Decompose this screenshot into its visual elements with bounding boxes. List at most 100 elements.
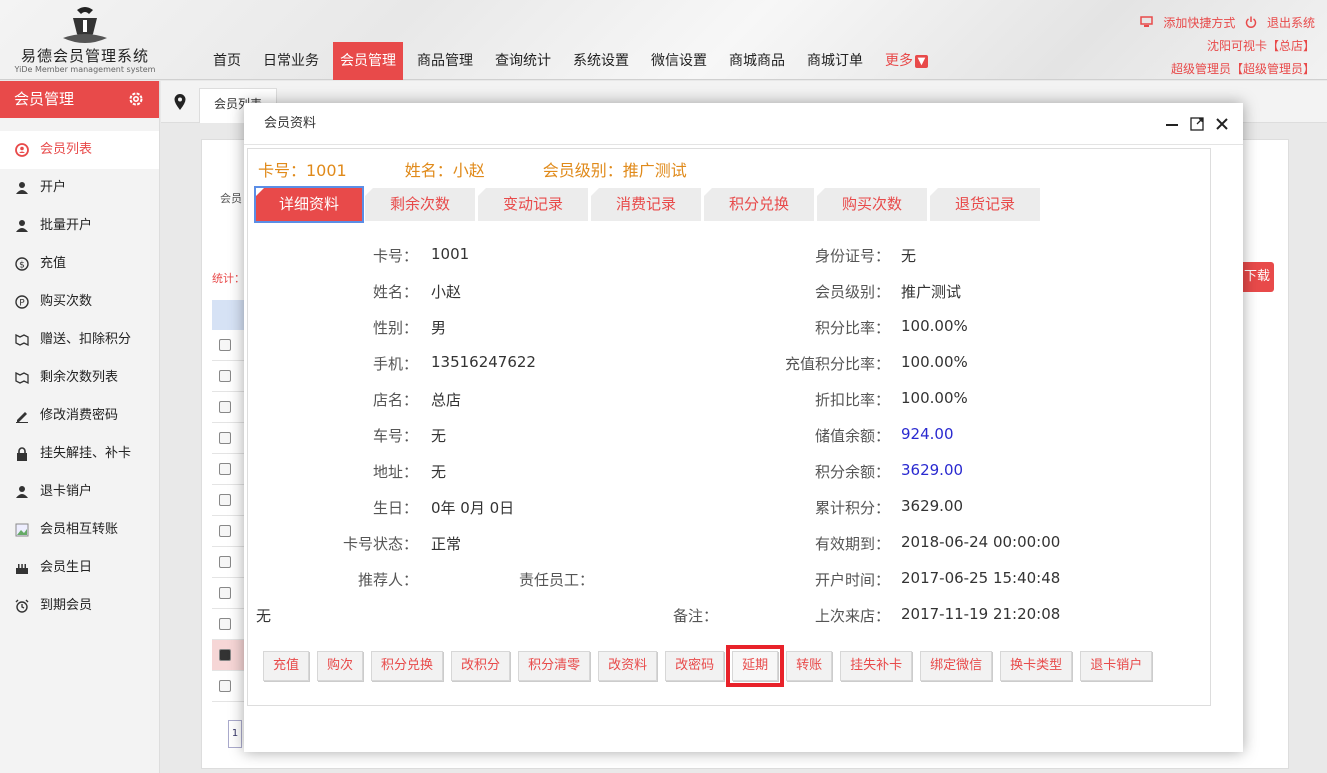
row-checkbox[interactable]: [219, 618, 231, 630]
nav-wechat-settings[interactable]: 微信设置: [643, 42, 715, 80]
tab-details[interactable]: 详细资料: [254, 186, 364, 223]
close-icon[interactable]: [1215, 117, 1229, 131]
sidebar-item-expired[interactable]: 到期会员: [0, 587, 159, 625]
current-user[interactable]: 超级管理员【超级管理员】: [1134, 58, 1315, 81]
table-row[interactable]: [212, 392, 248, 423]
field-birthday: 生日： 0年 0月 0日: [248, 497, 668, 517]
nav-system-settings[interactable]: 系统设置: [565, 42, 637, 80]
change-password-button[interactable]: 改密码: [665, 651, 725, 681]
tab-change-records[interactable]: 变动记录: [478, 188, 588, 221]
logout-link[interactable]: 退出系统: [1245, 16, 1315, 30]
extend-button[interactable]: 延期: [726, 645, 785, 687]
field-member-level: 会员级别： 推广测试: [748, 281, 1188, 301]
table-row[interactable]: [212, 609, 248, 640]
download-button[interactable]: 下载: [1238, 262, 1274, 292]
tab-return-records[interactable]: 退货记录: [930, 188, 1040, 221]
row-checkbox[interactable]: [219, 463, 231, 475]
nav-mall-products[interactable]: 商城商品: [721, 42, 793, 80]
table-row[interactable]: [212, 485, 248, 516]
sidebar-item-report-loss[interactable]: 挂失解挂、补卡: [0, 435, 159, 473]
table-row[interactable]: [212, 671, 248, 702]
app-name: 易德会员管理系统: [20, 47, 149, 65]
row-checkbox[interactable]: [219, 587, 231, 599]
sidebar-item-batch-open[interactable]: 批量开户: [0, 207, 159, 245]
pagination-page[interactable]: 1: [228, 720, 242, 748]
summary-card-no: 卡号：1001: [258, 161, 347, 180]
report-loss-button[interactable]: 挂失补卡: [840, 651, 913, 681]
row-checkbox[interactable]: [219, 401, 231, 413]
row-checkbox[interactable]: [219, 339, 231, 351]
table-row-selected[interactable]: [212, 640, 248, 671]
maximize-icon[interactable]: [1190, 117, 1204, 131]
field-points-rate: 积分比率： 100.00%: [748, 317, 1188, 337]
table-row[interactable]: [212, 454, 248, 485]
sidebar-item-label: 退卡销户: [40, 484, 93, 499]
minimize-icon[interactable]: [1165, 117, 1179, 131]
field-label: 充值积分比率：: [784, 355, 890, 373]
table-row[interactable]: [212, 547, 248, 578]
table-row[interactable]: [212, 516, 248, 547]
row-checkbox[interactable]: [219, 680, 231, 692]
sidebar-item-recharge[interactable]: $ 充值: [0, 245, 159, 283]
filter-label: 会员: [220, 192, 242, 205]
edit-points-button[interactable]: 改积分: [451, 651, 511, 681]
field-label: 积分余额：: [814, 463, 890, 481]
sidebar-item-close-account[interactable]: 退卡销户: [0, 473, 159, 511]
row-checkbox[interactable]: [219, 556, 231, 568]
nav-member-management[interactable]: 会员管理: [333, 42, 403, 80]
nav-product-management[interactable]: 商品管理: [409, 42, 481, 80]
nav-mall-orders[interactable]: 商城订单: [799, 42, 871, 80]
row-checkbox-checked[interactable]: [219, 649, 231, 661]
transfer-button[interactable]: 转账: [786, 651, 833, 681]
close-account-button[interactable]: 退卡销户: [1080, 651, 1153, 681]
power-icon: [1245, 16, 1257, 28]
nav-home[interactable]: 首页: [205, 42, 249, 80]
points-exchange-button[interactable]: 积分兑换: [371, 651, 444, 681]
buy-times-button[interactable]: 购次: [317, 651, 364, 681]
row-checkbox[interactable]: [219, 370, 231, 382]
field-value: 2017-11-19 21:20:08: [901, 605, 1061, 623]
row-checkbox[interactable]: [219, 432, 231, 444]
clear-points-button[interactable]: 积分清零: [518, 651, 591, 681]
sidebar-item-change-password[interactable]: 修改消费密码: [0, 397, 159, 435]
store-name[interactable]: 沈阳可视卡【总店】: [1134, 35, 1315, 58]
field-value: 924.00: [901, 425, 954, 443]
table-row[interactable]: [212, 330, 248, 361]
table-row[interactable]: [212, 578, 248, 609]
nav-more[interactable]: 更多 ▼: [877, 42, 936, 80]
recharge-button[interactable]: 充值: [263, 651, 310, 681]
lock-icon: [14, 446, 30, 462]
sidebar-item-birthday[interactable]: 会员生日: [0, 549, 159, 587]
nav-daily-business[interactable]: 日常业务: [255, 42, 327, 80]
tab-remaining-times[interactable]: 剩余次数: [365, 188, 475, 221]
field-value: 100.00%: [901, 353, 968, 371]
nav-query-statistics[interactable]: 查询统计: [487, 42, 559, 80]
table-row[interactable]: [212, 423, 248, 454]
tab-points-exchange[interactable]: 积分兑换: [704, 188, 814, 221]
gear-icon[interactable]: [127, 90, 145, 108]
sidebar-item-remaining-times[interactable]: 剩余次数列表: [0, 359, 159, 397]
member-list-icon: [14, 142, 30, 158]
sidebar-item-label: 赠送、扣除积分: [40, 332, 132, 347]
tab-purchase-times[interactable]: 购买次数: [817, 188, 927, 221]
shortcut-link[interactable]: 添加快捷方式: [1140, 16, 1235, 30]
change-card-type-button[interactable]: 换卡类型: [1000, 651, 1073, 681]
field-label: 手机：: [372, 355, 418, 373]
row-checkbox[interactable]: [219, 494, 231, 506]
sidebar-item-transfer[interactable]: 会员相互转账: [0, 511, 159, 549]
bind-wechat-button[interactable]: 绑定微信: [920, 651, 993, 681]
tab-consume-records[interactable]: 消费记录: [591, 188, 701, 221]
field-label: 卡号状态：: [342, 535, 418, 553]
field-label: 累计积分：: [814, 499, 890, 517]
field-value: 3629.00: [901, 461, 964, 479]
stat-label: 统计：: [212, 272, 245, 285]
row-checkbox[interactable]: [219, 525, 231, 537]
sidebar-item-gift-points[interactable]: 赠送、扣除积分: [0, 321, 159, 359]
sidebar-item-buy-times[interactable]: P 购买次数: [0, 283, 159, 321]
sidebar-item-open-account[interactable]: 开户: [0, 169, 159, 207]
sidebar-menu: 会员列表 开户 批量开户 $ 充值 P 购买次数 赠送、扣除积分 剩余次数列表 修改…: [0, 131, 159, 625]
edit-profile-button[interactable]: 改资料: [598, 651, 658, 681]
field-label: 储值余额：: [814, 427, 890, 445]
table-row[interactable]: [212, 361, 248, 392]
sidebar-item-member-list[interactable]: 会员列表: [0, 131, 159, 169]
